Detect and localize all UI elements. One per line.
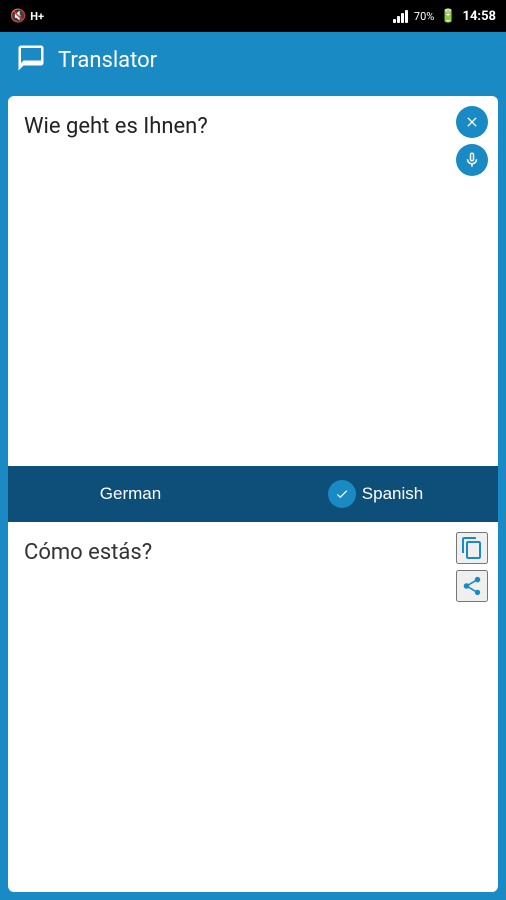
signal-bar-2	[397, 16, 400, 23]
signal-bar-4	[405, 10, 408, 23]
target-language-label: Spanish	[362, 484, 423, 504]
output-text: Cómo estás?	[8, 522, 498, 892]
battery-icon: 🔋	[440, 9, 456, 24]
input-section: Wie geht es Ihnen?	[8, 96, 498, 466]
hplus-icon: H+	[30, 10, 44, 23]
main-content: Wie geht es Ihnen? German Spanish C	[0, 88, 506, 900]
signal-bars	[393, 9, 408, 23]
mic-button[interactable]	[456, 144, 488, 176]
clear-button[interactable]	[456, 106, 488, 138]
output-section: Cómo estás?	[8, 522, 498, 892]
app-bar: Translator	[0, 32, 506, 88]
target-language-button[interactable]: Spanish	[253, 466, 498, 522]
clock: 14:58	[463, 9, 497, 24]
source-language-label: German	[100, 484, 161, 504]
translator-app-icon	[16, 43, 46, 77]
battery-percent: 70%	[414, 10, 434, 23]
share-button[interactable]	[456, 570, 488, 602]
app-title: Translator	[58, 48, 157, 73]
status-bar-left: 🔇 H+	[10, 9, 44, 24]
input-text[interactable]: Wie geht es Ihnen?	[8, 96, 498, 466]
copy-button[interactable]	[456, 532, 488, 564]
mute-icon: 🔇	[10, 9, 26, 24]
signal-bar-1	[393, 19, 396, 23]
language-bar: German Spanish	[8, 466, 498, 522]
signal-bar-3	[401, 13, 404, 23]
language-check-indicator	[328, 480, 356, 508]
status-bar: 🔇 H+ 70% 🔋 14:58	[0, 0, 506, 32]
source-language-button[interactable]: German	[8, 466, 253, 522]
